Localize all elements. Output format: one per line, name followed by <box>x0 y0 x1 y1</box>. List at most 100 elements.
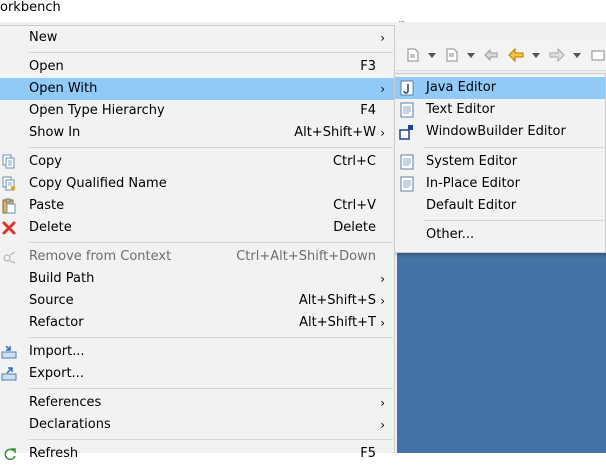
last-edit-location-icon[interactable] <box>483 46 499 64</box>
submenu-item-label: Java Editor <box>426 80 497 95</box>
menu-item-label: Export... <box>29 366 84 381</box>
menu-item-shortcut: Ctrl+Alt+Shift+Down <box>236 249 376 264</box>
menu-item-label: Remove from Context <box>29 249 172 264</box>
submenu-item-java-editor[interactable]: Java Editor <box>395 77 605 99</box>
menu-item-shortcut: F3 <box>360 59 376 74</box>
context-menu: New › Open F3 Open With › Open Type Hier… <box>0 25 395 461</box>
previous-annotation-dropdown-icon[interactable] <box>467 53 475 58</box>
menu-item-label: Open <box>29 59 64 74</box>
menu-item-new[interactable]: New › <box>0 27 394 49</box>
chevron-right-icon: › <box>380 316 385 330</box>
menu-item-shortcut: F5 <box>360 446 376 461</box>
menu-separator <box>29 52 393 53</box>
menu-item-label: Open With <box>29 81 98 96</box>
chevron-right-icon: › <box>380 82 385 96</box>
menu-separator <box>29 242 393 243</box>
chevron-right-icon: › <box>380 418 385 432</box>
menu-item-shortcut: Delete <box>333 220 376 235</box>
menu-separator <box>29 439 393 440</box>
submenu-item-system-editor[interactable]: System Editor <box>395 151 605 173</box>
menu-item-shortcut: F4 <box>360 103 376 118</box>
import-icon <box>1 344 17 360</box>
menu-item-open-with[interactable]: Open With › <box>0 78 394 100</box>
menu-item-refactor[interactable]: Refactor Alt+Shift+T › <box>0 312 394 334</box>
forward-arrow-icon[interactable] <box>549 46 565 64</box>
menu-item-export[interactable]: Export... <box>0 363 394 385</box>
submenu-item-in-place-editor[interactable]: In-Place Editor <box>395 173 605 195</box>
menu-item-refresh[interactable]: Refresh F5 <box>0 443 394 465</box>
menu-item-remove-from-context[interactable]: Remove from Context Ctrl+Alt+Shift+Down <box>0 246 394 268</box>
menu-item-label: Open Type Hierarchy <box>29 103 165 118</box>
menu-item-references[interactable]: References › <box>0 392 394 414</box>
submenu-item-other[interactable]: Other... <box>395 224 605 246</box>
submenu-item-default-editor[interactable]: Default Editor <box>395 195 605 217</box>
submenu-item-label: Default Editor <box>426 198 517 213</box>
chevron-right-icon: › <box>380 294 385 308</box>
menu-item-shortcut: Alt+Shift+W <box>294 125 376 140</box>
chevron-right-icon: › <box>380 31 385 45</box>
menu-item-shortcut: Alt+Shift+S <box>298 293 376 308</box>
menu-item-open-type-hierarchy[interactable]: Open Type Hierarchy F4 <box>0 100 394 122</box>
menu-item-shortcut: Alt+Shift+T <box>299 315 376 330</box>
forward-dropdown-icon[interactable] <box>573 53 581 58</box>
menu-item-copy[interactable]: Copy Ctrl+C <box>0 151 394 173</box>
menu-item-label: Delete <box>29 220 72 235</box>
menu-item-label: Copy <box>29 154 62 169</box>
submenu-item-label: WindowBuilder Editor <box>426 124 566 139</box>
menu-separator <box>29 337 393 338</box>
window-title: orkbench <box>0 0 61 15</box>
submenu-item-label: Text Editor <box>426 102 495 117</box>
windowbuilder-editor-icon <box>399 124 415 140</box>
menu-item-label: Source <box>29 293 74 308</box>
menu-item-import[interactable]: Import... <box>0 341 394 363</box>
refresh-icon <box>1 446 17 462</box>
next-annotation-dropdown-icon[interactable] <box>428 53 436 58</box>
open-with-submenu: Java Editor Text Editor WindowBuilder Ed… <box>394 73 606 253</box>
submenu-item-label: System Editor <box>426 154 518 169</box>
back-dropdown-icon[interactable] <box>532 53 540 58</box>
menu-item-label: New <box>29 30 58 45</box>
submenu-item-windowbuilder-editor[interactable]: WindowBuilder Editor <box>395 121 605 143</box>
menu-separator <box>29 388 393 389</box>
chevron-right-icon: › <box>380 272 385 286</box>
menu-item-shortcut: Ctrl+V <box>333 198 376 213</box>
editor-background <box>397 249 606 453</box>
chevron-right-icon: › <box>380 396 385 410</box>
menu-separator <box>423 147 603 148</box>
menu-item-paste[interactable]: Paste Ctrl+V <box>0 195 394 217</box>
menu-item-copy-qualified-name[interactable]: Copy Qualified Name <box>0 173 394 195</box>
menu-separator <box>29 147 393 148</box>
previous-annotation-icon[interactable] <box>444 46 460 64</box>
menu-item-label: Copy Qualified Name <box>29 176 167 191</box>
window-title-bar: orkbench p <box>0 0 606 32</box>
next-annotation-icon[interactable] <box>405 46 421 64</box>
submenu-item-label: In-Place Editor <box>426 176 520 191</box>
text-editor-icon <box>399 102 415 118</box>
submenu-item-text-editor[interactable]: Text Editor <box>395 99 605 121</box>
menu-item-label: Build Path <box>29 271 95 286</box>
in-place-editor-icon <box>399 176 415 192</box>
menu-item-delete[interactable]: Delete Delete <box>0 217 394 239</box>
submenu-item-label: Other... <box>426 227 475 242</box>
copy-qualified-name-icon <box>1 176 17 192</box>
menu-item-declarations[interactable]: Declarations › <box>0 414 394 436</box>
menu-item-shortcut: Ctrl+C <box>332 154 376 169</box>
pin-editor-icon[interactable] <box>590 46 606 64</box>
menu-item-build-path[interactable]: Build Path › <box>0 268 394 290</box>
back-arrow-icon[interactable] <box>508 46 524 64</box>
chevron-right-icon: › <box>380 126 385 140</box>
toolbar <box>397 40 606 71</box>
java-editor-icon <box>399 80 415 96</box>
menu-item-source[interactable]: Source Alt+Shift+S › <box>0 290 394 312</box>
remove-from-context-icon <box>1 249 17 265</box>
menu-item-show-in[interactable]: Show In Alt+Shift+W › <box>0 122 394 144</box>
copy-icon <box>1 154 17 170</box>
menu-item-label: Paste <box>29 198 65 213</box>
menu-item-label: Refactor <box>29 315 84 330</box>
menu-item-open[interactable]: Open F3 <box>0 56 394 78</box>
delete-x-icon <box>1 220 17 236</box>
menu-item-label: Show In <box>29 125 81 140</box>
menu-separator <box>423 220 603 221</box>
system-editor-icon <box>399 154 415 170</box>
menu-item-label: Import... <box>29 344 85 359</box>
